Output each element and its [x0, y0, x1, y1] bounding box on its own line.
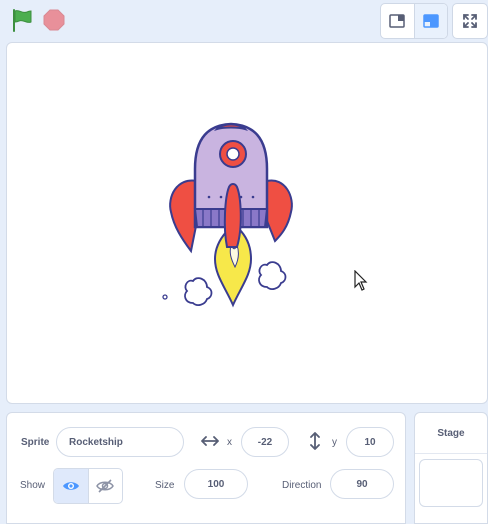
y-position-input[interactable]: 10 — [346, 427, 394, 457]
sprite-label: Sprite — [21, 437, 50, 448]
green-flag-button[interactable] — [8, 6, 36, 34]
size-label: Size — [155, 480, 175, 491]
stage-size-toggle — [380, 3, 448, 39]
sprite-name-input[interactable]: Rocketship — [56, 427, 184, 457]
vertical-arrow-icon — [310, 432, 320, 450]
direction-input[interactable]: 90 — [330, 469, 394, 499]
stage-toolbar — [0, 0, 488, 40]
show-label: Show — [20, 480, 46, 491]
y-label: y — [332, 437, 337, 448]
show-visible-button[interactable] — [54, 469, 89, 503]
stop-icon — [43, 9, 65, 31]
tiny-bubble — [162, 294, 168, 300]
eye-slash-icon — [96, 479, 115, 493]
show-hidden-button[interactable] — [89, 469, 123, 503]
direction-label: Direction — [282, 480, 322, 491]
fullscreen-icon — [463, 14, 477, 28]
stage-title: Stage — [415, 413, 487, 454]
horizontal-arrow-icon — [201, 436, 219, 446]
small-stage-icon — [389, 14, 405, 28]
small-stage-button[interactable] — [381, 4, 415, 38]
stop-button[interactable] — [40, 6, 68, 34]
mouse-cursor-icon — [354, 270, 368, 291]
rocketship-sprite[interactable] — [157, 117, 317, 317]
x-label: x — [227, 437, 232, 448]
large-stage-icon — [423, 14, 439, 28]
size-input[interactable]: 100 — [184, 469, 248, 499]
green-flag-icon — [13, 9, 32, 32]
fullscreen-button[interactable] — [452, 3, 488, 39]
stage-thumbnail[interactable] — [419, 459, 483, 507]
x-position-input[interactable]: -22 — [241, 427, 289, 457]
stage-selector-panel[interactable]: Stage — [414, 412, 488, 524]
eye-icon — [62, 482, 79, 490]
large-stage-button[interactable] — [414, 4, 447, 38]
show-toggle — [53, 468, 123, 504]
stage-canvas[interactable] — [6, 42, 488, 404]
sprite-info-panel: Sprite Rocketship x -22 y 10 Show Size 1… — [6, 412, 406, 524]
